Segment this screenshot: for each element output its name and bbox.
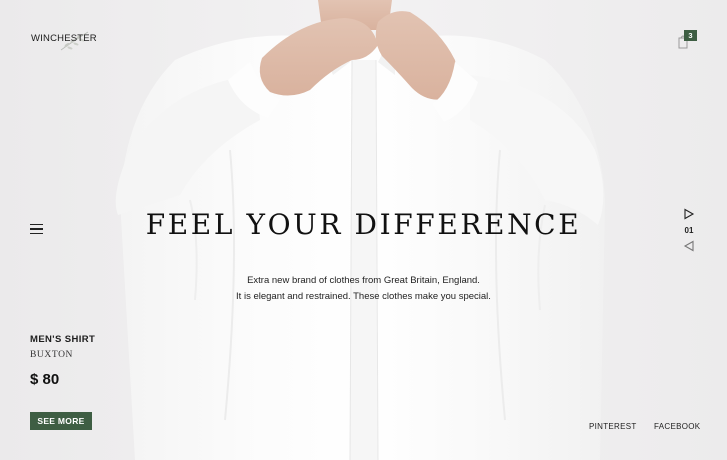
brand-logo[interactable]: WINCHESTER	[31, 33, 97, 44]
back-triangle-icon[interactable]	[683, 240, 695, 252]
product-category: MEN'S SHIRT	[30, 334, 96, 345]
hero-headline: FEEL YOUR DIFFERENCE	[145, 208, 582, 241]
cart-count-badge: 3	[684, 30, 697, 41]
hero-subtitle: Extra new brand of clothes from Great Br…	[0, 273, 727, 305]
hero-subtitle-line-2: It is elegant and restrained. These clot…	[236, 291, 491, 302]
facebook-link[interactable]: FACEBOOK	[654, 422, 700, 431]
see-more-button[interactable]: SEE MORE	[30, 412, 92, 430]
product-price: $ 80	[30, 371, 60, 388]
pinterest-link[interactable]: PINTEREST	[589, 422, 637, 431]
product-name: BUXTON	[30, 350, 74, 360]
hero-subtitle-line-1: Extra new brand of clothes from Great Br…	[247, 275, 480, 286]
